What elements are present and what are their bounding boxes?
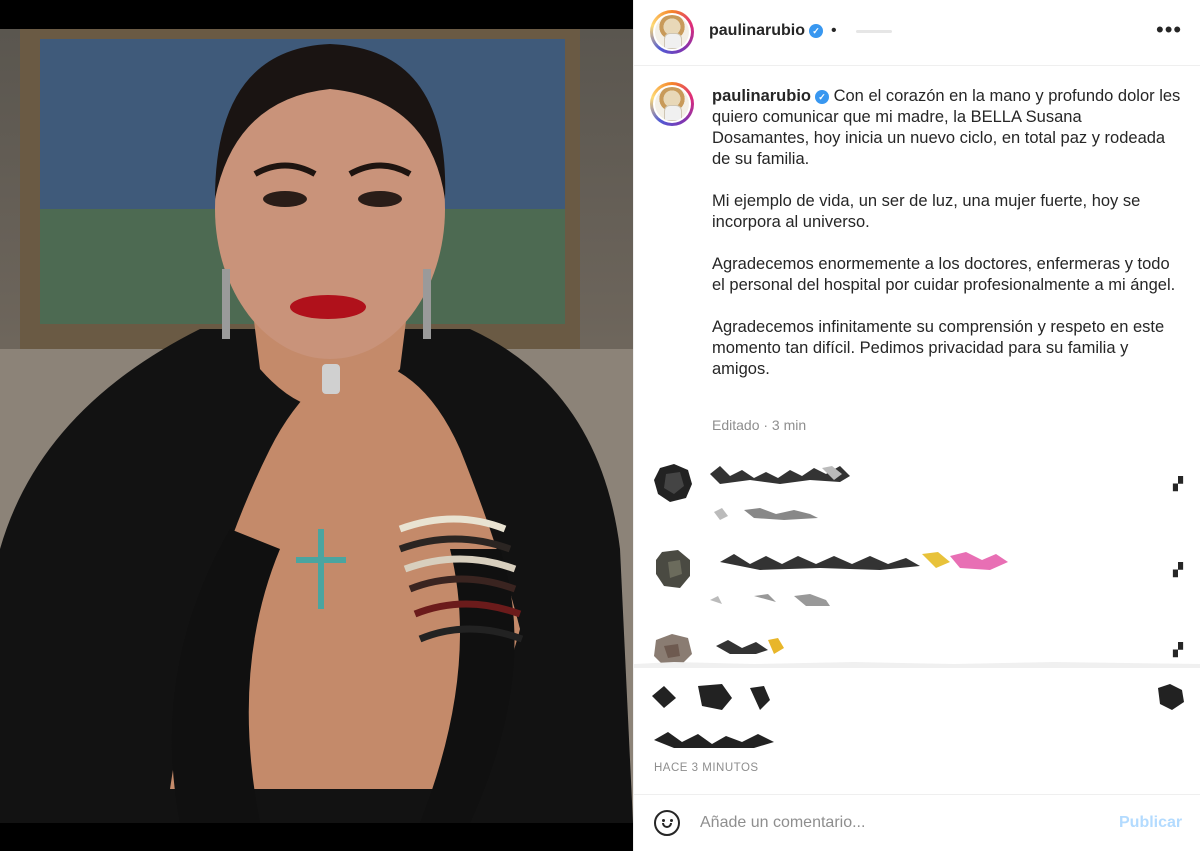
separator-dot: • (831, 22, 837, 39)
like-heart-icon[interactable]: ▞ (1173, 476, 1183, 492)
commenter-avatar-pixelated (656, 550, 690, 588)
like-heart-icon[interactable]: ▞ (1173, 642, 1183, 658)
comment-text-pixelated (720, 552, 1008, 570)
portrait-image (0, 29, 633, 823)
comment-text-pixelated (716, 638, 784, 654)
caption-paragraph-2: Mi ejemplo de vida, un ser de luz, una m… (712, 192, 1141, 231)
caption-paragraph-4: Agradecemos infinitamente su comprensión… (712, 318, 1165, 378)
comment-meta-pixelated (654, 732, 774, 748)
follow-button-blurred[interactable] (856, 30, 892, 33)
smiley-icon[interactable] (654, 810, 680, 836)
verified-badge-icon: ✓ (809, 24, 823, 38)
like-heart-icon[interactable]: ▞ (1173, 562, 1183, 578)
comment-input[interactable] (700, 812, 1080, 834)
comment-meta-pixelated (710, 594, 830, 606)
post-timestamp: HACE 3 MINUTOS (654, 762, 759, 774)
commenter-avatar-pixelated (654, 464, 692, 502)
comment-divider-pixelated (634, 662, 1200, 668)
more-options-icon[interactable]: ••• (1156, 19, 1182, 41)
comment-meta-pixelated (714, 508, 818, 520)
username-text[interactable]: paulinarubio (709, 22, 805, 39)
add-comment-bar: Publicar (634, 794, 1200, 851)
comment-text-pixelated (710, 466, 850, 484)
post-media[interactable] (0, 0, 633, 851)
post-photo (0, 29, 633, 823)
comment-text-pixelated (652, 684, 770, 710)
like-heart-icon-pixelated (1158, 684, 1184, 710)
caption-text: paulinarubio ✓ Con el corazón en la mano … (712, 86, 1182, 401)
post-header: paulinarubio ✓ • ••• (634, 0, 1200, 66)
post-panel: paulinarubio ✓ • ••• paulinarubio ✓ Con el… (633, 0, 1200, 851)
publish-button[interactable]: Publicar (1119, 814, 1182, 832)
edited-meta: Editado · 3 min (712, 417, 807, 433)
caption-paragraph-3: Agradecemos enormemente a los doctores, … (712, 255, 1176, 294)
verified-badge-icon: ✓ (815, 90, 829, 104)
author-avatar[interactable] (650, 10, 694, 54)
caption-username[interactable]: paulinarubio (712, 87, 811, 105)
caption-avatar[interactable] (650, 82, 694, 126)
author-username[interactable]: paulinarubio ✓ (709, 22, 823, 40)
